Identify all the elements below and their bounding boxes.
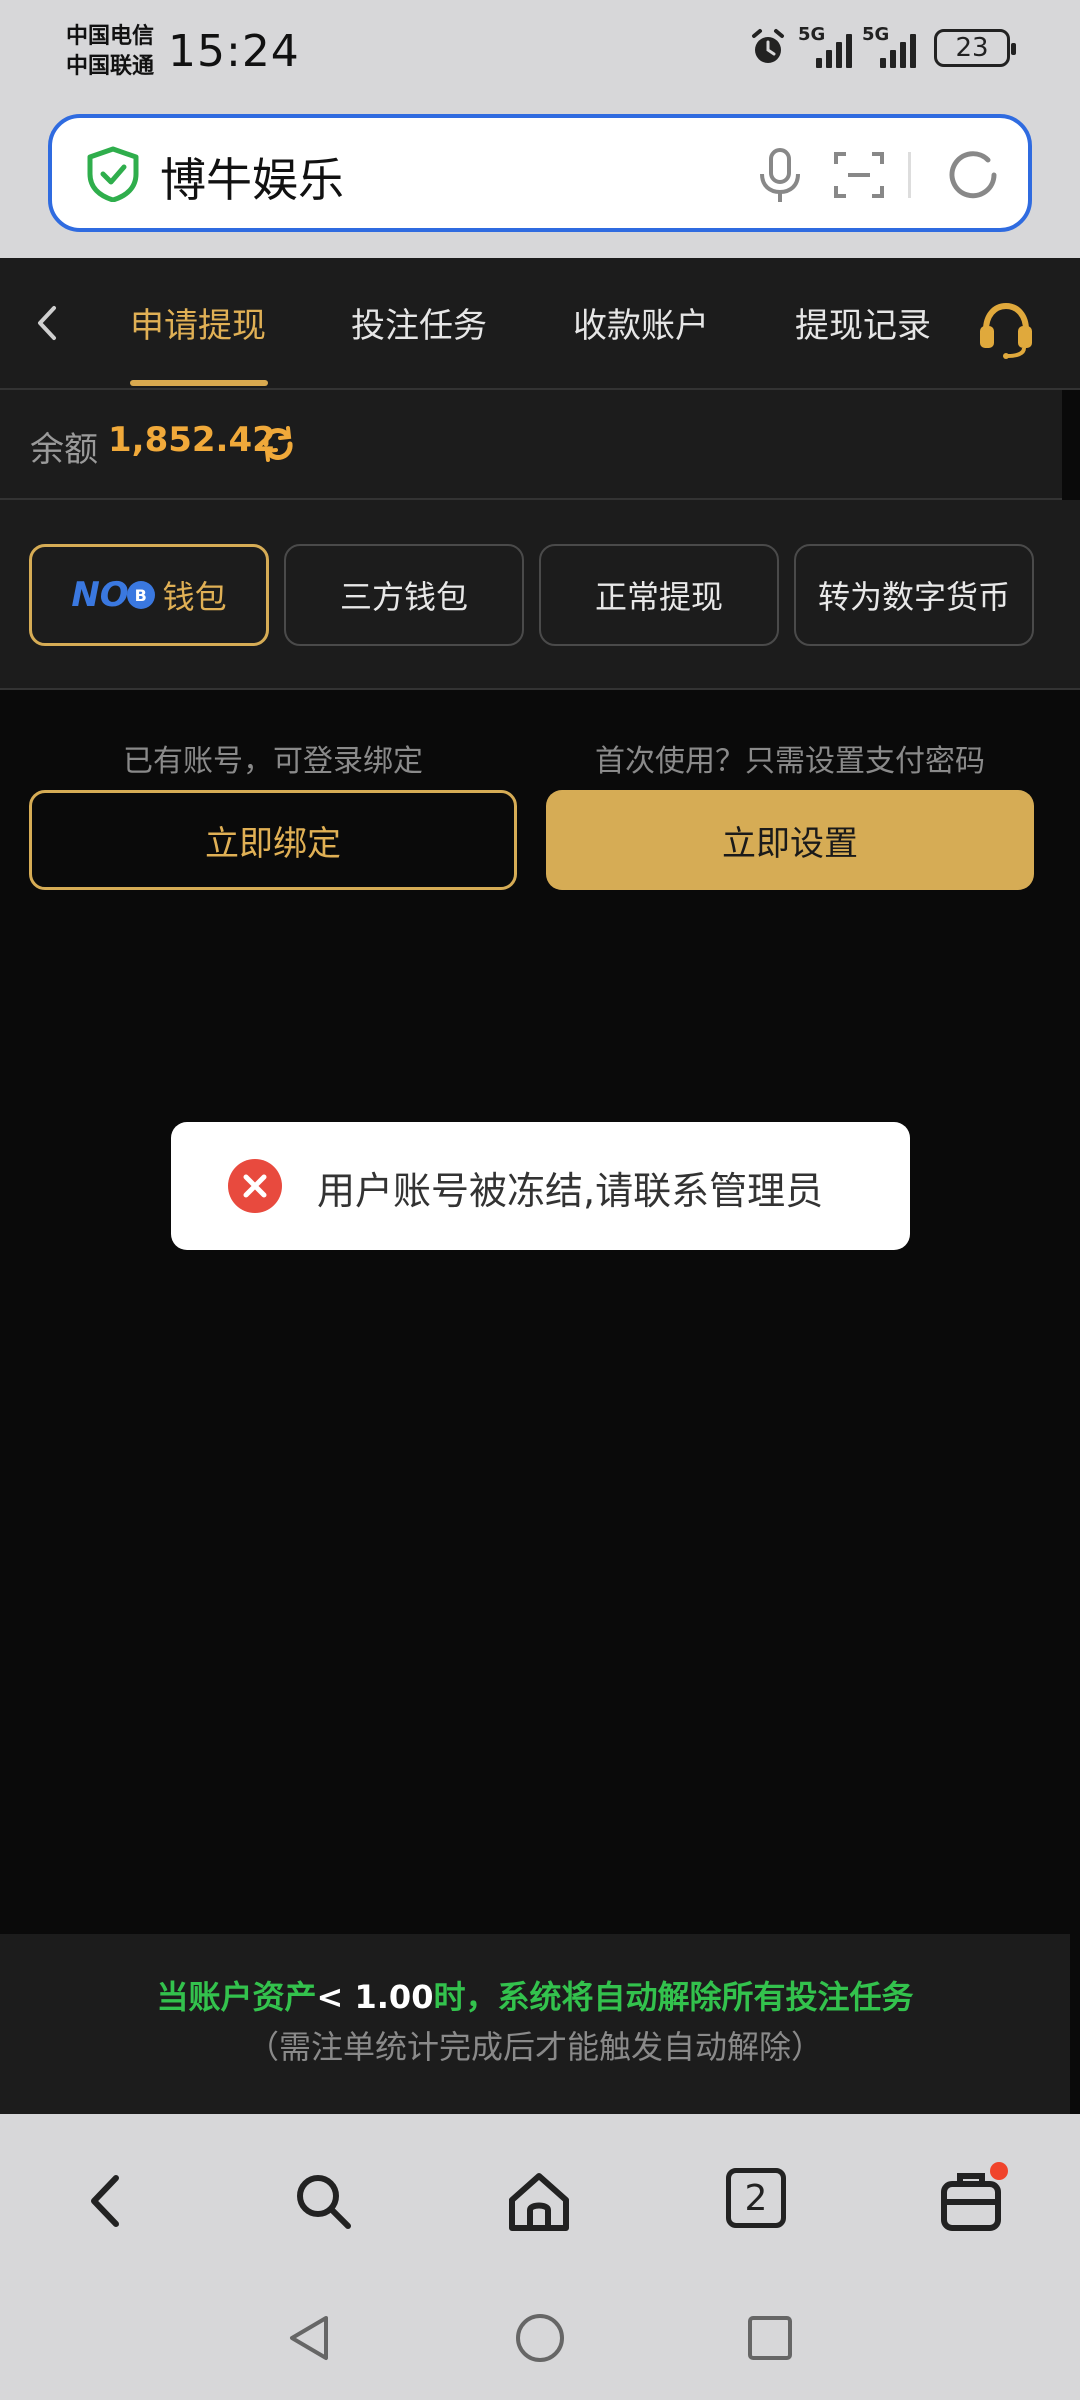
carrier-names: 中国电信 中国联通 xyxy=(66,22,154,82)
browser-toolbar: 博牛娱乐 xyxy=(0,110,1080,258)
headset-icon[interactable] xyxy=(974,296,1038,360)
toast-message: 用户账号被冻结,请联系管理员 xyxy=(317,1169,824,1213)
auto-release-notice: 当账户资产< 1.00时，系统将自动解除所有投注任务 （需注单统计完成后才能触发… xyxy=(0,1934,1070,2114)
wallet-options: NO B 钱包 三方钱包 正常提现 转为数字货币 xyxy=(0,500,1080,690)
status-bar: 中国电信 中国联通 15:24 5G 5G 23 xyxy=(0,0,1080,110)
notice-line-1: 当账户资产< 1.00时，系统将自动解除所有投注任务 xyxy=(0,1972,1070,2018)
notice-prefix: 当账户资产 xyxy=(156,1978,317,2016)
search-icon[interactable] xyxy=(288,2166,358,2236)
shield-check-icon xyxy=(87,146,139,202)
back-chevron-icon[interactable] xyxy=(26,298,66,348)
tab-betting-tasks[interactable]: 投注任务 xyxy=(351,298,487,347)
balance-refresh-icon[interactable] xyxy=(258,424,298,464)
url-text: 博牛娱乐 xyxy=(160,153,344,207)
setup-hint: 首次使用？只需设置支付密码 xyxy=(595,744,985,779)
error-toast: 用户账号被冻结,请联系管理员 xyxy=(171,1122,910,1250)
app-header: 申请提现 投注任务 收款账户 提现记录 xyxy=(0,258,1080,390)
setup-now-button[interactable]: 立即设置 xyxy=(546,790,1034,890)
notice-suffix: 时，系统将自动解除所有投注任务 xyxy=(433,1978,914,2016)
notice-line-2: （需注单统计完成后才能触发自动解除） xyxy=(246,2028,823,2066)
no-wallet-logo-badge: B xyxy=(126,581,155,609)
error-x-icon xyxy=(228,1159,282,1213)
tab-payment-account[interactable]: 收款账户 xyxy=(573,298,709,347)
refresh-icon[interactable] xyxy=(944,146,1002,204)
wallet-option-normal-withdraw[interactable]: 正常提现 xyxy=(539,544,779,646)
wallet-option-third-party[interactable]: 三方钱包 xyxy=(284,544,524,646)
alarm-icon xyxy=(752,29,784,63)
microphone-icon[interactable] xyxy=(752,146,808,204)
system-recents-icon[interactable] xyxy=(742,2310,798,2366)
balance-label: 余额 xyxy=(30,430,98,470)
carrier-1: 中国电信 xyxy=(66,24,155,49)
bind-hint: 已有账号，可登录绑定 xyxy=(123,744,423,779)
balance-row: 余额 1,852.42 xyxy=(0,390,1062,500)
clock: 15:24 xyxy=(168,26,300,77)
signal-icon: 5G xyxy=(862,24,916,68)
status-icons: 5G 5G 23 xyxy=(748,24,1016,68)
toolbar-divider xyxy=(908,152,911,198)
wallet-option-no-wallet[interactable]: NO B 钱包 xyxy=(29,544,269,646)
signal-icon: 5G xyxy=(798,24,852,68)
scan-icon[interactable] xyxy=(832,150,886,200)
balance-value: 1,852.42 xyxy=(108,420,276,460)
system-home-icon[interactable] xyxy=(512,2310,568,2366)
notice-threshold: < 1.00 xyxy=(316,1978,434,2016)
tab-withdraw-records[interactable]: 提现记录 xyxy=(795,298,931,347)
signal-1-label: 5G xyxy=(798,24,826,45)
address-bar[interactable]: 博牛娱乐 xyxy=(48,114,1032,232)
tab-apply-withdraw[interactable]: 申请提现 xyxy=(130,298,266,347)
signal-2-label: 5G xyxy=(862,24,890,45)
browser-bottom-nav: 2 xyxy=(0,2114,1080,2286)
battery-icon: 23 xyxy=(934,29,1016,67)
wallet-option-convert-crypto[interactable]: 转为数字货币 xyxy=(794,544,1034,646)
notification-dot xyxy=(990,2162,1008,2180)
no-wallet-logo: NO B xyxy=(71,575,155,615)
no-wallet-logo-text: NO xyxy=(71,575,129,615)
tab-count-button[interactable]: 2 xyxy=(726,2168,786,2228)
active-tab-indicator xyxy=(130,380,268,386)
system-back-icon[interactable] xyxy=(282,2310,338,2366)
bind-now-button[interactable]: 立即绑定 xyxy=(29,790,517,890)
back-icon[interactable] xyxy=(72,2166,142,2236)
home-icon[interactable] xyxy=(504,2166,574,2236)
system-nav-bar xyxy=(0,2286,1080,2400)
carrier-2: 中国联通 xyxy=(66,54,155,79)
wallet-option-label: 钱包 xyxy=(162,578,227,616)
